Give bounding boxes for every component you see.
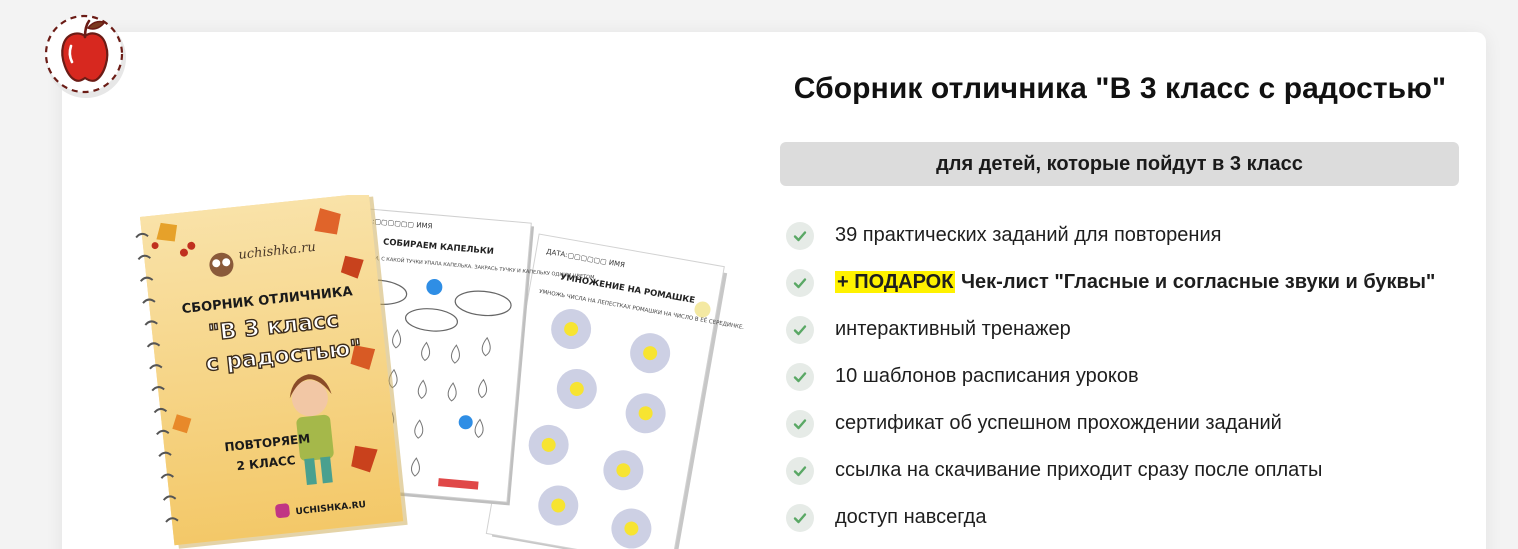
feature-item-gift: + ПОДАРОК Чек-лист "Гласные и согласные …: [786, 259, 1466, 306]
feature-text: + ПОДАРОК Чек-лист "Гласные и согласные …: [835, 271, 1435, 294]
check-icon: [786, 362, 814, 391]
feature-text: сертификат об успешном прохождении задан…: [835, 412, 1282, 434]
subtitle-text: для детей, которые пойдут в 3 класс: [936, 152, 1303, 175]
check-icon: [786, 503, 814, 532]
check-icon: [786, 409, 814, 438]
check-icon: [786, 456, 814, 485]
notebook-cover: uchishka.ru СБОРНИК ОТЛИЧНИКА "В 3 класс…: [135, 195, 408, 549]
feature-text: доступ навсегда: [835, 506, 987, 528]
check-icon: [786, 221, 814, 250]
feature-item: сертификат об успешном прохождении задан…: [786, 400, 1466, 447]
check-icon: [786, 315, 814, 344]
gift-tag: + ПОДАРОК: [835, 271, 956, 293]
product-image: ДАТА:▢▢▢▢▢▢ ИМЯ УМНОЖЕНИЕ НА РОМАШКЕ УМН…: [135, 195, 745, 549]
gift-description: Чек-лист "Гласные и согласные звуки и бу…: [961, 271, 1436, 293]
feature-text: ссылка на скачивание приходит сразу посл…: [835, 459, 1323, 481]
apple-sticker-icon: [44, 14, 126, 98]
check-icon: [786, 268, 814, 297]
subtitle-bar: для детей, которые пойдут в 3 класс: [780, 142, 1459, 186]
feature-item: интерактивный тренажер: [786, 306, 1466, 353]
feature-item: 10 шаблонов расписания уроков: [786, 353, 1466, 400]
feature-item: 39 практических заданий для повторения: [786, 212, 1466, 259]
feature-item: ссылка на скачивание приходит сразу посл…: [786, 447, 1466, 494]
product-title: Сборник отличника "В 3 класс с радостью": [793, 72, 1447, 105]
feature-text: 39 практических заданий для повторения: [835, 224, 1222, 246]
feature-item: доступ навсегда: [786, 494, 1466, 541]
feature-list: 39 практических заданий для повторения +…: [786, 212, 1466, 541]
feature-text: интерактивный тренажер: [835, 318, 1071, 340]
page: ДАТА:▢▢▢▢▢▢ ИМЯ УМНОЖЕНИЕ НА РОМАШКЕ УМН…: [0, 0, 1518, 549]
feature-text: 10 шаблонов расписания уроков: [835, 365, 1139, 387]
